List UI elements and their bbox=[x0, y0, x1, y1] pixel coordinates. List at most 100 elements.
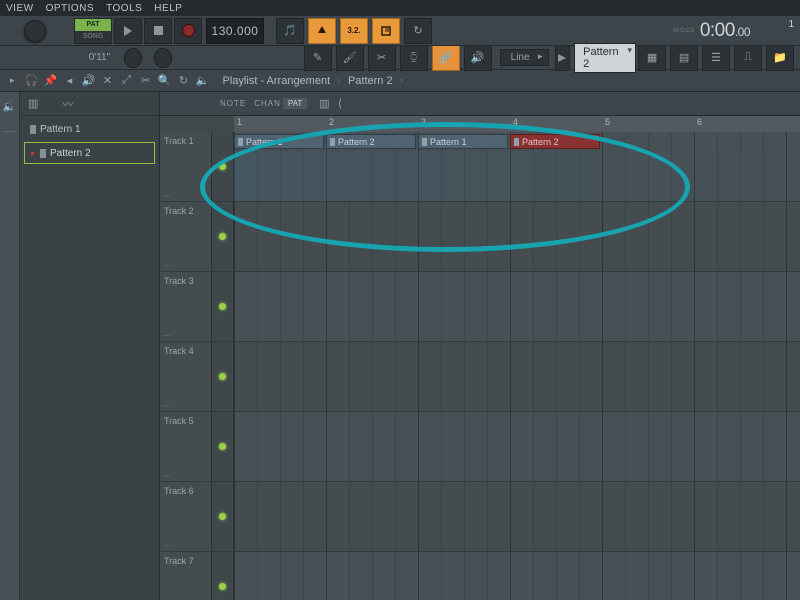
breadcrumb-playlist[interactable]: Playlist - Arrangement bbox=[223, 75, 331, 87]
piano-tab-icon[interactable]: ▥ bbox=[28, 97, 38, 110]
toolbar-search-icon[interactable]: 🔍 bbox=[156, 72, 174, 90]
track-lane[interactable] bbox=[234, 412, 800, 481]
track-header[interactable]: Track 5… bbox=[160, 412, 212, 481]
song-mode[interactable]: SONG bbox=[75, 31, 111, 43]
step-button[interactable] bbox=[372, 18, 400, 44]
playlist: NOTE CHAN PAT ▥ ⟨ 123456 Track 1…Pattern… bbox=[160, 92, 800, 600]
view-piano-button[interactable]: ▤ bbox=[670, 45, 698, 71]
speaker-icon[interactable]: 🔈 bbox=[3, 100, 17, 113]
menu-tools[interactable]: TOOLS bbox=[100, 3, 148, 14]
wait-button[interactable]: 3.2. bbox=[340, 18, 368, 44]
menu-bar[interactable]: VIEW OPTIONS TOOLS HELP bbox=[0, 0, 800, 16]
mute-led-icon bbox=[219, 163, 226, 170]
view-channel-button[interactable]: ☰ bbox=[702, 45, 730, 71]
tab-chan[interactable]: CHAN bbox=[246, 99, 281, 108]
track-mute-button[interactable] bbox=[212, 202, 234, 271]
tab-pat[interactable]: PAT bbox=[283, 98, 307, 109]
link-button[interactable]: 🔗 bbox=[432, 45, 460, 71]
clip[interactable]: Pattern 1 bbox=[418, 134, 508, 149]
toolbar-cut-icon[interactable]: ✂ bbox=[137, 72, 155, 90]
ruler-tick: 4 bbox=[513, 117, 518, 127]
cut-button[interactable]: ✂ bbox=[368, 45, 396, 71]
menu-options[interactable]: OPTIONS bbox=[40, 3, 101, 14]
view-mixer-button[interactable]: ⎍ bbox=[734, 45, 762, 71]
track-lane[interactable]: Pattern 1Pattern 2Pattern 1Pattern 2▸▸▸▸… bbox=[234, 132, 800, 201]
tab-note[interactable]: NOTE bbox=[212, 99, 246, 108]
track-lane[interactable] bbox=[234, 552, 800, 600]
snap-play-button[interactable] bbox=[555, 45, 571, 71]
toolbar-pin-icon[interactable]: 📌 bbox=[42, 72, 60, 90]
pat-mode[interactable]: PAT bbox=[75, 19, 111, 31]
pan-knob[interactable] bbox=[124, 48, 142, 68]
countdown-button[interactable] bbox=[308, 18, 336, 44]
pat-song-toggle[interactable]: PAT SONG bbox=[74, 18, 112, 44]
track-mute-button[interactable] bbox=[212, 482, 234, 551]
track-mute-button[interactable] bbox=[212, 342, 234, 411]
clip[interactable]: Pattern 2 bbox=[326, 134, 416, 149]
magnet-button[interactable]: ⧲ bbox=[400, 45, 428, 71]
clock-cs: .00 bbox=[735, 25, 750, 39]
record-button[interactable] bbox=[174, 18, 202, 44]
piano-view-icon[interactable]: ▥ bbox=[319, 97, 329, 110]
tempo-display[interactable]: 130.000 bbox=[206, 18, 264, 44]
mute-led-icon bbox=[219, 583, 226, 590]
track-lane[interactable] bbox=[234, 272, 800, 341]
track-mute-button[interactable] bbox=[212, 132, 234, 201]
paint-button[interactable]: 🖌 bbox=[336, 45, 364, 71]
track-lane[interactable] bbox=[234, 202, 800, 271]
loop-button[interactable]: ↻ bbox=[404, 18, 432, 44]
wave-tab-icon[interactable]: 〰 bbox=[62, 96, 73, 112]
track-mute-button[interactable] bbox=[212, 272, 234, 341]
track: Track 7… bbox=[160, 552, 800, 600]
back-nav-icon[interactable]: ⟨ bbox=[338, 97, 342, 110]
toolbar-speaker-icon[interactable]: 🔊 bbox=[80, 72, 98, 90]
breadcrumb: Playlist - Arrangement › Pattern 2 › bbox=[223, 75, 408, 87]
toolbar-row2: 0'11" ✎ 🖌 ✂ ⧲ 🔗 🔊 Line Pattern 2 ▦ ▤ ☰ ⎍… bbox=[0, 46, 800, 70]
toolbar-audio-icon[interactable]: 🔈 bbox=[194, 72, 212, 90]
pattern-item[interactable]: Pattern 2 bbox=[24, 142, 155, 164]
draw-button[interactable]: ✎ bbox=[304, 45, 332, 71]
speaker-button[interactable]: 🔊 bbox=[464, 45, 492, 71]
record-icon bbox=[183, 25, 194, 36]
snap-mode[interactable]: Line bbox=[500, 49, 549, 66]
toolbar-headphones-icon[interactable]: 🎧 bbox=[23, 72, 41, 90]
timeline-ruler[interactable]: 123456 bbox=[234, 116, 800, 132]
toolbar-cross-icon[interactable]: ✕ bbox=[99, 72, 117, 90]
view-playlist-button[interactable]: ▦ bbox=[638, 45, 666, 71]
clock-value: 0:00 bbox=[700, 20, 735, 41]
menu-view[interactable]: VIEW bbox=[0, 3, 40, 14]
chevron-right-icon: › bbox=[337, 75, 341, 87]
menu-help[interactable]: HELP bbox=[148, 3, 188, 14]
toolbar-back-icon[interactable]: ◂ bbox=[61, 72, 79, 90]
track-header[interactable]: Track 7… bbox=[160, 552, 212, 600]
clip[interactable]: Pattern 2 bbox=[510, 134, 600, 149]
track-lane[interactable] bbox=[234, 482, 800, 551]
track-header[interactable]: Track 4… bbox=[160, 342, 212, 411]
view-browser-button[interactable]: 📁 bbox=[766, 45, 794, 71]
stop-button[interactable] bbox=[144, 18, 172, 44]
track-mute-button[interactable] bbox=[212, 552, 234, 600]
track-header[interactable]: Track 1… bbox=[160, 132, 212, 201]
pitch-knob[interactable] bbox=[154, 48, 172, 68]
metronome-button[interactable]: 🎵 bbox=[276, 18, 304, 44]
breadcrumb-pattern[interactable]: Pattern 2 bbox=[348, 75, 393, 87]
pattern-item[interactable]: Pattern 1 bbox=[24, 118, 155, 140]
clock[interactable]: M:S:CS 0:00.00 bbox=[673, 20, 800, 42]
track-header[interactable]: Track 6… bbox=[160, 482, 212, 551]
clip[interactable]: Pattern 1 bbox=[234, 134, 324, 149]
toolbar-refresh-icon[interactable]: ↻ bbox=[175, 72, 193, 90]
main-volume-knob[interactable] bbox=[24, 20, 46, 42]
mute-led-icon bbox=[219, 303, 226, 310]
mute-led-icon bbox=[219, 233, 226, 240]
track-header[interactable]: Track 3… bbox=[160, 272, 212, 341]
track-mute-button[interactable] bbox=[212, 412, 234, 481]
elapsed-time: 0'11" bbox=[0, 52, 118, 63]
toolbar-play-icon[interactable]: ▸ bbox=[10, 75, 15, 86]
track-lane[interactable] bbox=[234, 342, 800, 411]
play-button[interactable] bbox=[114, 18, 142, 44]
pattern-selector[interactable]: Pattern 2 bbox=[574, 43, 636, 73]
ruler-tick: 5 bbox=[605, 117, 610, 127]
track-header[interactable]: Track 2… bbox=[160, 202, 212, 271]
track: Track 1…Pattern 1Pattern 2Pattern 1Patte… bbox=[160, 132, 800, 202]
toolbar-expand-icon[interactable]: ⤢ bbox=[118, 72, 136, 90]
